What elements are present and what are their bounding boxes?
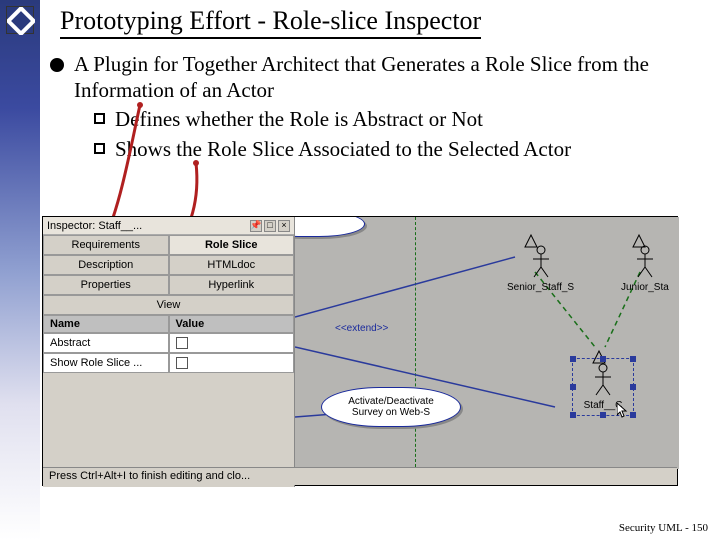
abstract-checkbox[interactable] — [176, 337, 188, 349]
status-text: Press Ctrl+Alt+I to finish editing and c… — [49, 470, 250, 482]
actor-label: Junior_Sta — [621, 282, 669, 293]
sidebar-gradient — [0, 0, 40, 540]
row-abstract-label: Abstract — [43, 333, 169, 353]
row-abstract-value[interactable] — [169, 333, 295, 353]
tab-role-slice[interactable]: Role Slice — [169, 235, 295, 255]
row-showrs-value[interactable] — [169, 353, 295, 373]
row-showrs-label: Show Role Slice ... — [43, 353, 169, 373]
inspector-title-label: Inspector: Staff__... — [47, 220, 142, 232]
bullet-main: A Plugin for Together Architect that Gen… — [74, 52, 700, 103]
bullet-sub2: Shows the Role Slice Associated to the S… — [115, 137, 571, 163]
bullet-icon — [50, 58, 64, 72]
tab-htmldoc[interactable]: HTMLdoc — [169, 255, 295, 275]
subbullet-icon — [94, 113, 105, 124]
usecase-activate-deactivate[interactable]: Activate/Deactivate Survey on Web-S — [321, 387, 461, 427]
tab-requirements[interactable]: Requirements — [43, 235, 169, 255]
maximize-icon[interactable]: □ — [264, 220, 276, 232]
col-value-header: Value — [169, 315, 295, 333]
tab-properties[interactable]: Properties — [43, 275, 169, 295]
show-role-slice-checkbox[interactable] — [176, 357, 188, 369]
slide-footer: Security UML - 150 — [619, 522, 708, 534]
subbullet-icon — [94, 143, 105, 154]
actor-icon — [633, 245, 657, 279]
tab-description[interactable]: Description — [43, 255, 169, 275]
cursor-icon — [617, 403, 629, 419]
slide-body: A Plugin for Together Architect that Gen… — [50, 52, 700, 162]
stereotype-label: <<extend>> — [335, 323, 388, 334]
actor-icon — [529, 245, 553, 279]
actor-junior-staff[interactable]: Junior_Sta — [621, 245, 669, 293]
inspector-panel: Inspector: Staff__... 📌 □ × Requirements… — [43, 217, 295, 487]
col-name-header: Name — [43, 315, 169, 333]
close-icon[interactable]: × — [278, 220, 290, 232]
actor-senior-staff[interactable]: Senior_Staff_S — [507, 245, 574, 293]
usecase-label: Activate/Deactivate Survey on Web-S — [348, 396, 434, 418]
uconn-logo — [6, 6, 34, 34]
diagram-canvas[interactable]: Senior_Staff_S Junior_Sta Staff__C <<ext… — [295, 217, 679, 469]
tab-hyperlink[interactable]: Hyperlink — [169, 275, 295, 295]
screenshot-panel: Inspector: Staff__... 📌 □ × Requirements… — [42, 216, 678, 486]
actor-staff-c-selected[interactable]: Staff__C — [573, 359, 633, 415]
actor-label: Senior_Staff_S — [507, 282, 574, 293]
slide-title: Prototyping Effort - Role-slice Inspecto… — [60, 6, 700, 39]
actor-icon — [591, 363, 615, 397]
status-bar: Press Ctrl+Alt+I to finish editing and c… — [43, 467, 677, 485]
bullet-sub1: Defines whether the Role is Abstract or … — [115, 107, 483, 133]
pin-icon[interactable]: 📌 — [250, 220, 262, 232]
tab-view[interactable]: View — [43, 295, 294, 315]
inspector-titlebar: Inspector: Staff__... 📌 □ × — [43, 217, 294, 235]
